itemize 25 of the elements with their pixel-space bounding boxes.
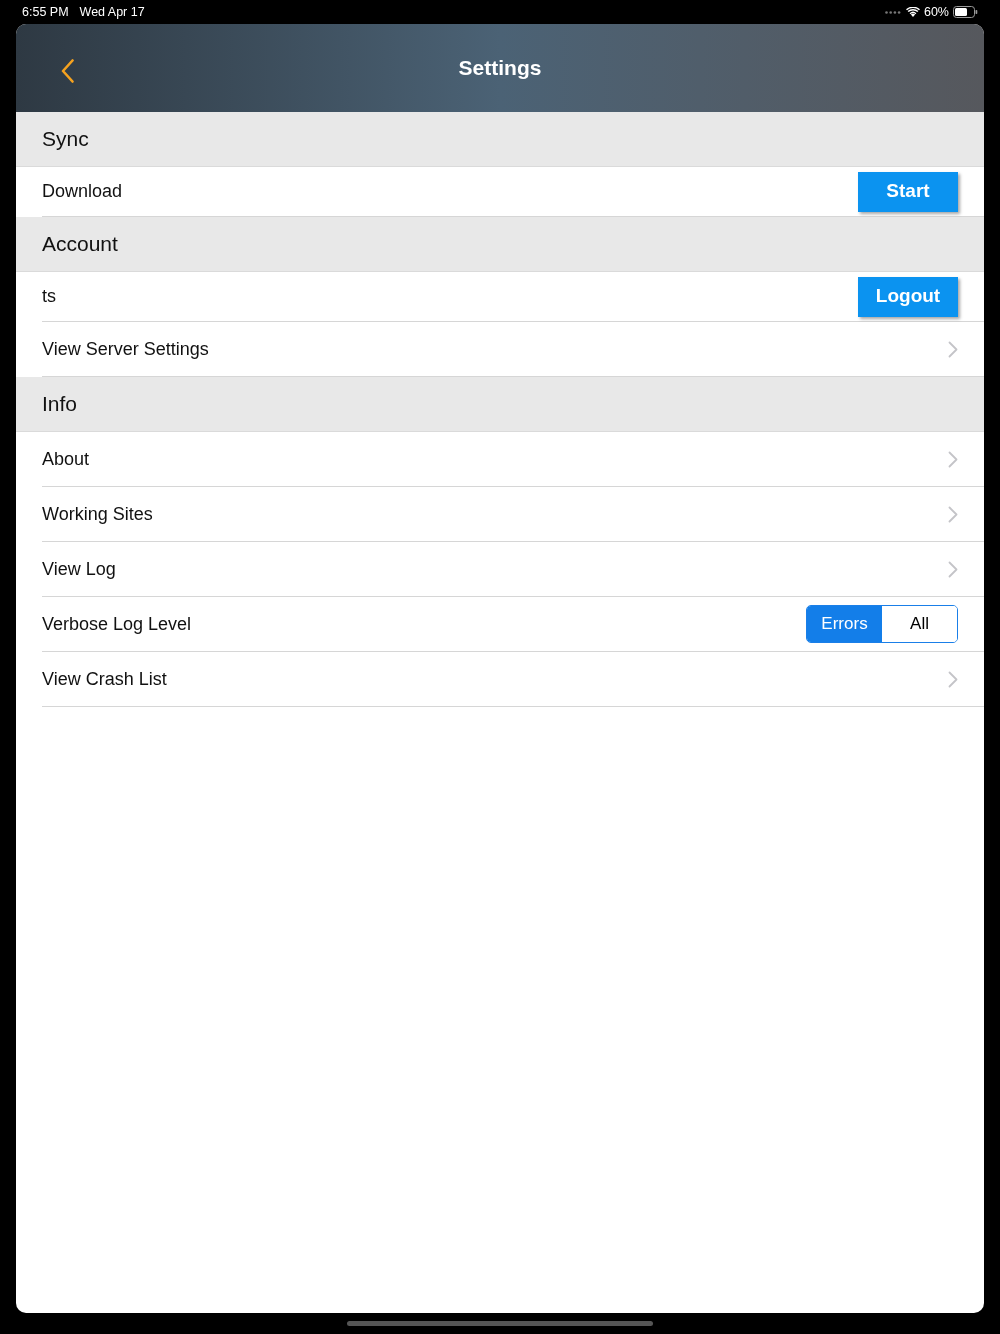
- row-label: View Crash List: [42, 667, 167, 691]
- chevron-right-icon: [948, 670, 958, 688]
- row-label: Download: [42, 180, 123, 203]
- row-label: View Server Settings: [42, 337, 209, 361]
- status-time: 6:55 PM: [22, 3, 69, 21]
- wifi-icon: [905, 7, 920, 17]
- chevron-right-icon: [948, 340, 958, 358]
- page-title: Settings: [458, 55, 542, 82]
- segment-option[interactable]: Errors: [807, 606, 882, 642]
- status-date: Wed Apr 17: [79, 3, 145, 21]
- row-label: Working Sites: [42, 502, 153, 526]
- back-chevron-icon: [60, 59, 74, 83]
- battery-icon: [953, 6, 978, 18]
- row-label: ts: [42, 285, 56, 308]
- section-header: Sync: [16, 112, 984, 167]
- section-header: Account: [16, 217, 984, 272]
- row-label: About: [42, 447, 90, 471]
- row-label: View Log: [42, 557, 116, 581]
- chevron-right-icon: [948, 450, 958, 468]
- chevron-right-icon: [948, 505, 958, 523]
- row-label: Verbose Log Level: [42, 612, 192, 636]
- section-header: Info: [16, 377, 984, 432]
- cellular-signal-icon: [884, 10, 901, 14]
- battery-percentage: 60%: [923, 3, 949, 21]
- chevron-right-icon: [948, 560, 958, 578]
